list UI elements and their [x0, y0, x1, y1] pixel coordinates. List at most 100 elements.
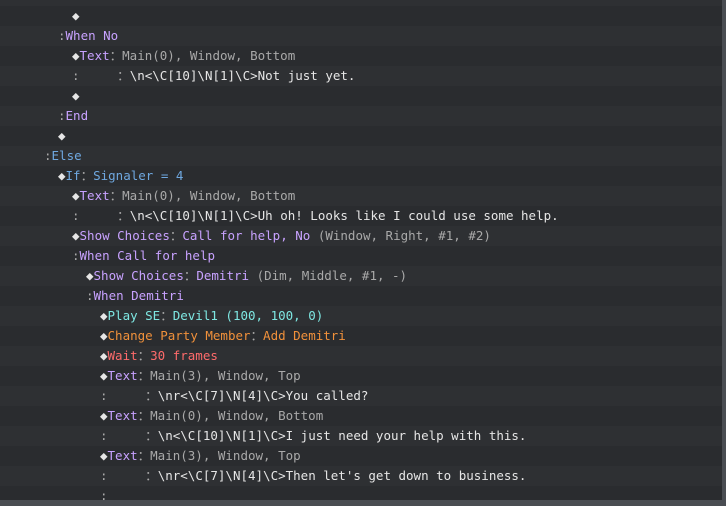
- diamond-icon: ◆: [100, 328, 108, 343]
- command-row[interactable]: ◆Show Choices：Demitri (Dim, Middle, #1, …: [0, 266, 722, 286]
- command-text: ：: [117, 208, 130, 223]
- command-text: End: [78, 0, 101, 3]
- command-text: Text: [107, 368, 138, 383]
- command-text: :: [100, 388, 108, 403]
- command-text: :: [58, 28, 66, 43]
- command-text: ：: [250, 328, 264, 343]
- diamond-icon: ◆: [58, 168, 66, 183]
- command-row[interactable]: ◆: [0, 126, 722, 146]
- command-row[interactable]: :Else: [0, 146, 722, 166]
- command-row[interactable]: ◆Text：Main(0), Window, Bottom: [0, 186, 722, 206]
- command-row[interactable]: ◆Change Party Member：Add Demitri: [0, 326, 722, 346]
- event-command-list[interactable]: :End◆:When No◆Text：Main(0), Window, Bott…: [0, 0, 726, 506]
- command-text: Show Choices: [79, 228, 170, 243]
- command-text: ：: [145, 428, 158, 443]
- command-text: ：Main(0), Window, Bottom: [109, 48, 296, 63]
- command-row[interactable]: : ：\n<\C[10]\N[1]\C>Not just yet.: [0, 66, 722, 86]
- command-text: \n<\C[10]\N[1]\C>Uh oh! Looks like I cou…: [129, 208, 559, 223]
- command-row[interactable]: :When Demitri: [0, 286, 722, 306]
- command-row[interactable]: ◆If：Signaler = 4: [0, 166, 722, 186]
- command-text: When Call for help: [79, 248, 215, 263]
- command-text: :: [72, 208, 80, 223]
- command-text: ：: [183, 268, 197, 283]
- command-text: [80, 68, 118, 83]
- command-text: [80, 208, 118, 223]
- command-text: \nr<\C[7]\N[4]\C>You called?: [157, 388, 369, 403]
- command-row[interactable]: ◆Play SE：Devil1 (100, 100, 0): [0, 306, 722, 326]
- command-text: Demitri: [196, 268, 250, 283]
- command-row[interactable]: : ：\nr<\C[7]\N[4]\C>Then let's get down …: [0, 466, 722, 486]
- diamond-icon: ◆: [72, 88, 80, 103]
- command-text: :: [100, 468, 108, 483]
- command-text: ：Main(3), Window, Top: [137, 448, 301, 463]
- command-text: ：: [80, 168, 94, 183]
- command-text: Text: [79, 188, 110, 203]
- command-text: When Demitri: [93, 288, 184, 303]
- diamond-icon: ◆: [72, 228, 80, 243]
- command-text: Wait: [107, 348, 138, 363]
- command-text: Play SE: [107, 308, 161, 323]
- command-text: Show Choices: [93, 268, 184, 283]
- command-text: ：: [145, 388, 158, 403]
- diamond-icon: ◆: [100, 448, 108, 463]
- command-row[interactable]: :When Call for help: [0, 246, 722, 266]
- command-text: :: [58, 108, 66, 123]
- command-text: :: [44, 148, 52, 163]
- command-text: \nr<\C[7]\N[4]\C>Then let's get down to …: [157, 468, 527, 483]
- diamond-icon: ◆: [100, 408, 108, 423]
- command-text: Signaler = 4: [93, 168, 184, 183]
- command-row[interactable]: : ：\n<\C[10]\N[1]\C>I just need your hel…: [0, 426, 722, 446]
- command-text: ：: [169, 228, 183, 243]
- command-text: :: [100, 488, 108, 503]
- command-text: Text: [107, 408, 138, 423]
- command-text: :: [86, 288, 94, 303]
- command-text: When No: [65, 28, 119, 43]
- command-text: ：: [145, 468, 158, 483]
- diamond-icon: ◆: [72, 8, 80, 23]
- command-text: Text: [79, 48, 110, 63]
- command-text: Else: [51, 148, 82, 163]
- command-text: Call for help, No: [182, 228, 311, 243]
- command-row[interactable]: :: [0, 486, 722, 503]
- command-text: (Dim, Middle, #1, -): [249, 268, 408, 283]
- command-text: :: [72, 68, 80, 83]
- command-row[interactable]: : ：\nr<\C[7]\N[4]\C>You called?: [0, 386, 722, 406]
- command-row[interactable]: :End: [0, 106, 722, 126]
- command-row[interactable]: ◆Text：Main(3), Window, Top: [0, 446, 722, 466]
- command-text: ：: [160, 308, 173, 323]
- diamond-icon: ◆: [72, 188, 80, 203]
- command-text: \n<\C[10]\N[1]\C>I just need your help w…: [157, 428, 527, 443]
- command-row[interactable]: ◆: [0, 86, 722, 106]
- command-text: ：Main(0), Window, Bottom: [137, 408, 324, 423]
- diamond-icon: ◆: [100, 348, 108, 363]
- diamond-icon: ◆: [100, 308, 108, 323]
- diamond-icon: ◆: [86, 268, 94, 283]
- command-row[interactable]: ◆Text：Main(0), Window, Bottom: [0, 46, 722, 66]
- command-text: Devil1 (100, 100, 0): [172, 308, 324, 323]
- command-text: Text: [107, 448, 138, 463]
- command-text: 30 frames: [150, 348, 218, 363]
- command-text: If: [65, 168, 81, 183]
- command-text: \n<\C[10]\N[1]\C>Not just yet.: [129, 68, 356, 83]
- command-row[interactable]: ◆Text：Main(0), Window, Bottom: [0, 406, 722, 426]
- command-text: :: [100, 428, 108, 443]
- command-text: :: [70, 0, 78, 3]
- command-rows: :End◆:When No◆Text：Main(0), Window, Bott…: [0, 0, 722, 503]
- command-row[interactable]: ◆Wait：30 frames: [0, 346, 722, 366]
- diamond-icon: ◆: [100, 368, 108, 383]
- command-text: Change Party Member: [107, 328, 251, 343]
- command-text: (Window, Right, #1, #2): [310, 228, 491, 243]
- command-row[interactable]: :When No: [0, 26, 722, 46]
- command-text: ：: [137, 348, 151, 363]
- diamond-icon: ◆: [72, 48, 80, 63]
- command-text: :: [72, 248, 80, 263]
- command-text: ：Main(0), Window, Bottom: [109, 188, 296, 203]
- command-row[interactable]: ◆Text：Main(3), Window, Top: [0, 366, 722, 386]
- command-text: [108, 388, 146, 403]
- diamond-icon: ◆: [58, 128, 66, 143]
- command-row[interactable]: ◆: [0, 6, 722, 26]
- command-text: Add Demitri: [263, 328, 346, 343]
- command-row[interactable]: : ：\n<\C[10]\N[1]\C>Uh oh! Looks like I …: [0, 206, 722, 226]
- command-text: ：Main(3), Window, Top: [137, 368, 301, 383]
- command-row[interactable]: ◆Show Choices：Call for help, No (Window,…: [0, 226, 722, 246]
